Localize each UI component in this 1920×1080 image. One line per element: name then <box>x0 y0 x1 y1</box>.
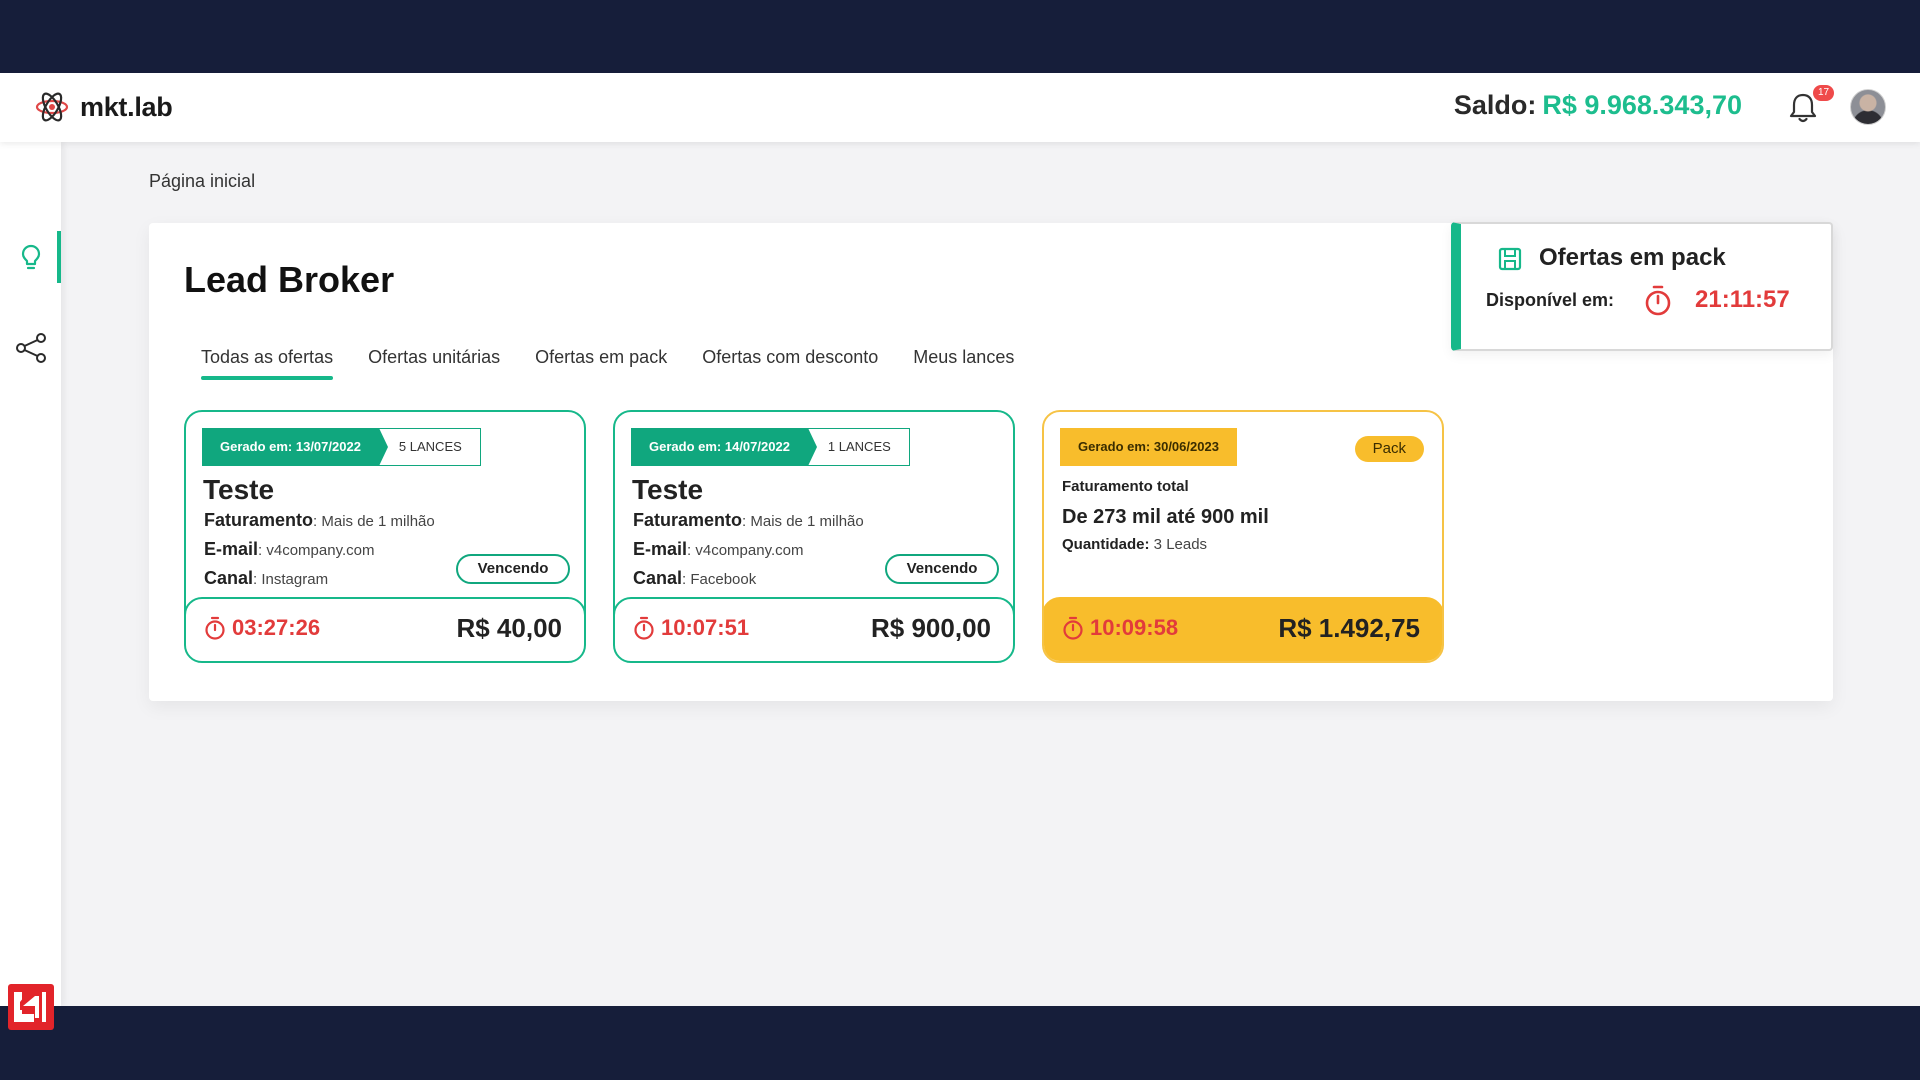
timer-value: 10:09:58 <box>1090 615 1179 640</box>
offer-price: R$ 900,00 <box>871 613 991 643</box>
bids-count-chip: 5 LANCES <box>378 428 481 466</box>
canal-line: Canal: Facebook <box>633 568 756 589</box>
pack-panel-title: Ofertas em pack <box>1539 244 1726 271</box>
email-label: E-mail <box>204 539 259 559</box>
canal-value: : Facebook <box>682 571 757 588</box>
canal-label: Canal <box>204 568 254 588</box>
offer-footer: 03:27:26 R$ 40,00 <box>186 597 584 661</box>
faturamento-value: : Mais de 1 milhão <box>742 513 864 530</box>
tab-todas-as-ofertas[interactable]: Todas as ofertas <box>201 347 334 380</box>
bids-count-chip: 1 LANCES <box>807 428 910 466</box>
faturamento-line: Faturamento: Mais de 1 milhão <box>204 510 435 531</box>
stopwatch-icon <box>634 616 654 640</box>
pack-offer-card[interactable]: Gerado em: 30/06/2023 Pack Faturamento t… <box>1042 410 1444 663</box>
pack-tag: Pack <box>1354 436 1424 462</box>
tab-ofertas-em-pack[interactable]: Ofertas em pack <box>535 347 667 380</box>
canal-value: : Instagram <box>253 571 329 588</box>
generated-date-chip: Gerado em: 13/07/2022 <box>202 428 388 466</box>
faturamento-total-label: Faturamento total <box>1062 478 1189 495</box>
generated-date-chip: Gerado em: 14/07/2022 <box>631 428 817 466</box>
pack-availability-panel[interactable]: Ofertas em pack Disponível em: 21:11:57 <box>1451 222 1833 351</box>
balance-value: R$ 9.968.343,70 <box>1542 90 1742 120</box>
status-badge: Vencendo <box>456 554 570 584</box>
timer-value: 03:27:26 <box>232 615 321 640</box>
share-icon <box>15 333 46 363</box>
brand-logo[interactable]: mkt.lab <box>34 89 173 125</box>
offer-chips: Gerado em: 13/07/2022 5 LANCES <box>202 428 481 466</box>
status-badge: Vencendo <box>885 554 999 584</box>
canal-label: Canal <box>633 568 683 588</box>
v4-company-logo <box>8 984 54 1030</box>
stopwatch-icon <box>205 616 225 640</box>
countdown-timer: 03:27:26 <box>204 615 320 641</box>
canal-line: Canal: Instagram <box>204 568 328 589</box>
stopwatch-icon <box>1645 285 1671 316</box>
faturamento-label: Faturamento <box>204 510 314 530</box>
timer-value: 10:07:51 <box>661 615 750 640</box>
save-icon <box>1498 247 1522 271</box>
offer-price: R$ 1.492,75 <box>1278 613 1420 643</box>
available-label: Disponível em: <box>1486 290 1615 310</box>
notification-badge: 17 <box>1813 85 1834 101</box>
sidebar-item-share[interactable] <box>0 322 61 374</box>
email-value: : v4company.com <box>258 542 375 559</box>
tab-ofertas-com-desconto[interactable]: Ofertas com desconto <box>702 347 878 380</box>
pack-countdown: 21:11:57 <box>1695 286 1790 313</box>
offer-card[interactable]: Gerado em: 13/07/2022 5 LANCES Teste Fat… <box>184 410 586 663</box>
sidebar <box>0 142 61 1030</box>
atom-icon <box>35 92 69 122</box>
lightbulb-icon <box>21 244 40 270</box>
top-bar: mkt.lab Saldo: R$ 9.968.343,70 17 <box>0 73 1920 142</box>
faturamento-label: Faturamento <box>633 510 743 530</box>
email-line: E-mail: v4company.com <box>633 539 803 560</box>
offer-name: Teste <box>203 474 275 505</box>
countdown-timer: 10:07:51 <box>633 615 749 641</box>
user-avatar[interactable] <box>1850 89 1886 125</box>
generated-date-chip: Gerado em: 30/06/2023 <box>1060 428 1237 466</box>
offer-tabs: Todas as ofertas Ofertas unitárias Ofert… <box>201 347 1014 380</box>
balance-label: Saldo: <box>1453 90 1537 120</box>
quantity-line: Quantidade: 3 Leads <box>1062 536 1207 553</box>
breadcrumb[interactable]: Página inicial <box>149 171 255 192</box>
offer-name: Teste <box>632 474 704 505</box>
page-title: Lead Broker <box>184 259 395 300</box>
faturamento-range: De 273 mil até 900 mil <box>1062 506 1269 528</box>
offer-card[interactable]: Gerado em: 14/07/2022 1 LANCES Teste Fat… <box>613 410 1015 663</box>
quantity-value: 3 Leads <box>1149 536 1208 553</box>
tab-ofertas-unitarias[interactable]: Ofertas unitárias <box>368 347 500 380</box>
offer-footer: 10:07:51 R$ 900,00 <box>615 597 1013 661</box>
faturamento-value: : Mais de 1 milhão <box>313 513 435 530</box>
stopwatch-icon <box>1063 616 1083 640</box>
brand-name: mkt.lab <box>80 91 173 122</box>
page-background <box>61 753 1920 1006</box>
offer-footer: 10:09:58 R$ 1.492,75 <box>1044 597 1442 661</box>
faturamento-line: Faturamento: Mais de 1 milhão <box>633 510 864 531</box>
email-value: : v4company.com <box>687 542 804 559</box>
offer-chips: Gerado em: 30/06/2023 <box>1060 428 1237 466</box>
tab-meus-lances[interactable]: Meus lances <box>913 347 1014 380</box>
balance-display: Saldo: R$ 9.968.343,70 <box>1454 90 1742 121</box>
offer-price: R$ 40,00 <box>456 613 562 643</box>
app-window: mkt.lab Saldo: R$ 9.968.343,70 17 Página… <box>0 73 1920 1030</box>
sidebar-item-leads[interactable] <box>0 231 61 283</box>
offer-chips: Gerado em: 14/07/2022 1 LANCES <box>631 428 910 466</box>
email-label: E-mail <box>633 539 688 559</box>
countdown-timer: 10:09:58 <box>1062 615 1178 641</box>
quantity-label: Quantidade: <box>1062 536 1150 553</box>
email-line: E-mail: v4company.com <box>204 539 374 560</box>
